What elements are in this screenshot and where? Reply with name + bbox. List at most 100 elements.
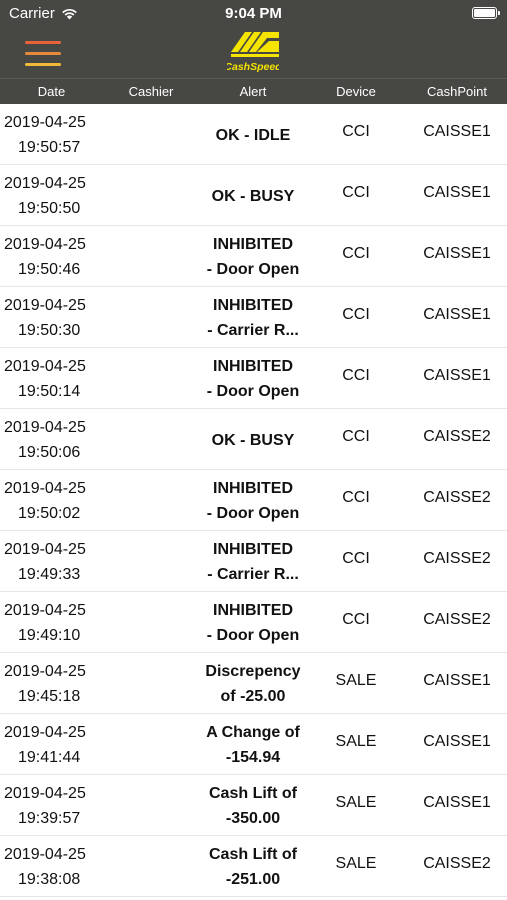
alert-line-2: -154.94 [225,749,281,766]
cashpoint-cell: CAISSE2 [423,489,491,506]
table-row[interactable]: 2019-04-25 19:50:06 OK - BUSY CCI CAISSE… [0,409,507,470]
device-cell: CCI [342,489,370,506]
date-value: 2019-04-25 [4,175,86,192]
time-value: 19:45:18 [18,688,81,705]
alert-line-1: OK - BUSY [211,432,295,449]
col-date[interactable]: Date [4,84,99,99]
table-row[interactable]: 2019-04-25 19:45:18 Discrepency of -25.00… [0,653,507,714]
device-cell: SALE [335,794,377,811]
date-value: 2019-04-25 [4,785,86,802]
table-row[interactable]: 2019-04-25 19:50:57 OK - IDLE CCI CAISSE… [0,104,507,165]
battery-icon [472,7,500,19]
alert-line-2: - Door Open [206,261,300,278]
alert-line-1: INHIBITED [213,236,293,253]
hamburger-line-bottom [25,63,61,66]
table-row[interactable]: 2019-04-25 19:49:10 INHIBITED - Door Open… [0,592,507,653]
date-cell: 2019-04-25 19:50:02 [4,476,99,526]
time-value: 19:49:10 [18,627,81,644]
cashpoint-cell: CAISSE1 [423,245,491,262]
alert-cell: OK - BUSY [198,171,308,209]
alert-line-1: INHIBITED [213,297,293,314]
date-value: 2019-04-25 [4,419,86,436]
logo-text: CashSpeed [227,61,279,73]
status-bar: Carrier 9:04 PM [0,0,507,28]
col-alert[interactable]: Alert [208,84,298,99]
date-cell: 2019-04-25 19:45:18 [4,659,99,709]
device-cell: SALE [335,855,377,872]
alert-line-1: INHIBITED [213,480,293,497]
alert-cell: Cash Lift of -251.00 [198,842,308,892]
alert-line-1: INHIBITED [213,358,293,375]
cashpoint-cell: CAISSE1 [423,306,491,323]
date-value: 2019-04-25 [4,541,86,558]
table-row[interactable]: 2019-04-25 19:50:50 OK - BUSY CCI CAISSE… [0,165,507,226]
table-row[interactable]: 2019-04-25 19:41:44 A Change of -154.94 S… [0,714,507,775]
table-row[interactable]: 2019-04-25 19:50:30 INHIBITED - Carrier R… [0,287,507,348]
alert-cell: INHIBITED - Door Open [198,476,308,526]
device-cell: CCI [342,245,370,262]
date-cell: 2019-04-25 19:41:44 [4,720,99,770]
table-row[interactable]: 2019-04-25 19:39:57 Cash Lift of -350.00 … [0,775,507,836]
alert-line-1: INHIBITED [213,541,293,558]
date-value: 2019-04-25 [4,358,86,375]
date-cell: 2019-04-25 19:39:57 [4,781,99,831]
menu-button[interactable] [22,35,64,71]
alert-line-2: of -25.00 [220,688,286,705]
alert-line-1: INHIBITED [213,602,293,619]
date-cell: 2019-04-25 19:38:08 [4,842,99,892]
device-cell: CCI [342,123,370,140]
alert-line-2: - Carrier R... [207,566,299,583]
time-value: 19:50:02 [18,505,81,522]
cashpoint-cell: CAISSE2 [423,550,491,567]
cashpoint-cell: CAISSE2 [423,855,491,872]
table-row[interactable]: 2019-04-25 19:49:33 INHIBITED - Carrier R… [0,531,507,592]
alert-cell: Cash Lift of -350.00 [198,781,308,831]
alert-line-2: -350.00 [225,810,281,827]
alert-line-2: - Door Open [206,627,300,644]
device-cell: CCI [342,367,370,384]
col-device[interactable]: Device [322,84,390,99]
device-cell: CCI [342,306,370,323]
date-value: 2019-04-25 [4,663,86,680]
hamburger-line-mid [25,52,61,55]
alert-cell: INHIBITED - Carrier R... [198,293,308,343]
alert-line-1: A Change of [206,724,300,741]
table-row[interactable]: 2019-04-25 19:38:08 Cash Lift of -251.00 … [0,836,507,897]
table-row[interactable]: 2019-04-25 19:50:46 INHIBITED - Door Open… [0,226,507,287]
date-cell: 2019-04-25 19:50:06 [4,415,99,465]
alert-line-1: Discrepency [205,663,301,680]
alert-line-2: - Door Open [206,383,300,400]
col-cashpoint[interactable]: CashPoint [410,84,504,99]
alert-line-2: -251.00 [225,871,281,888]
alert-line-2: - Carrier R... [207,322,299,339]
device-cell: SALE [335,672,377,689]
date-cell: 2019-04-25 19:49:10 [4,598,99,648]
alert-line-1: OK - IDLE [215,127,291,144]
device-cell: CCI [342,428,370,445]
alert-line-1: Cash Lift of [209,846,297,863]
cashpoint-cell: CAISSE1 [423,184,491,201]
device-cell: CCI [342,184,370,201]
table-row[interactable]: 2019-04-25 19:50:14 INHIBITED - Door Open… [0,348,507,409]
status-time: 9:04 PM [225,5,282,22]
time-value: 19:50:57 [18,139,81,156]
alert-cell: INHIBITED - Carrier R... [198,537,308,587]
time-value: 19:50:46 [18,261,81,278]
alert-list: 2019-04-25 19:50:57 OK - IDLE CCI CAISSE… [0,104,507,897]
alert-cell: OK - IDLE [198,110,308,148]
date-value: 2019-04-25 [4,724,86,741]
cashspeed-logo: CashSpeed [227,32,279,73]
col-cashier[interactable]: Cashier [110,84,192,99]
table-row[interactable]: 2019-04-25 19:50:02 INHIBITED - Door Open… [0,470,507,531]
nav-bar: CashSpeed [0,28,507,78]
time-value: 19:50:30 [18,322,81,339]
cashpoint-cell: CAISSE1 [423,367,491,384]
date-value: 2019-04-25 [4,236,86,253]
cashpoint-cell: CAISSE1 [423,733,491,750]
device-cell: CCI [342,550,370,567]
column-header: Date Cashier Alert Device CashPoint [0,78,507,104]
date-value: 2019-04-25 [4,602,86,619]
alert-cell: INHIBITED - Door Open [198,232,308,282]
cashpoint-cell: CAISSE1 [423,123,491,140]
date-value: 2019-04-25 [4,846,86,863]
